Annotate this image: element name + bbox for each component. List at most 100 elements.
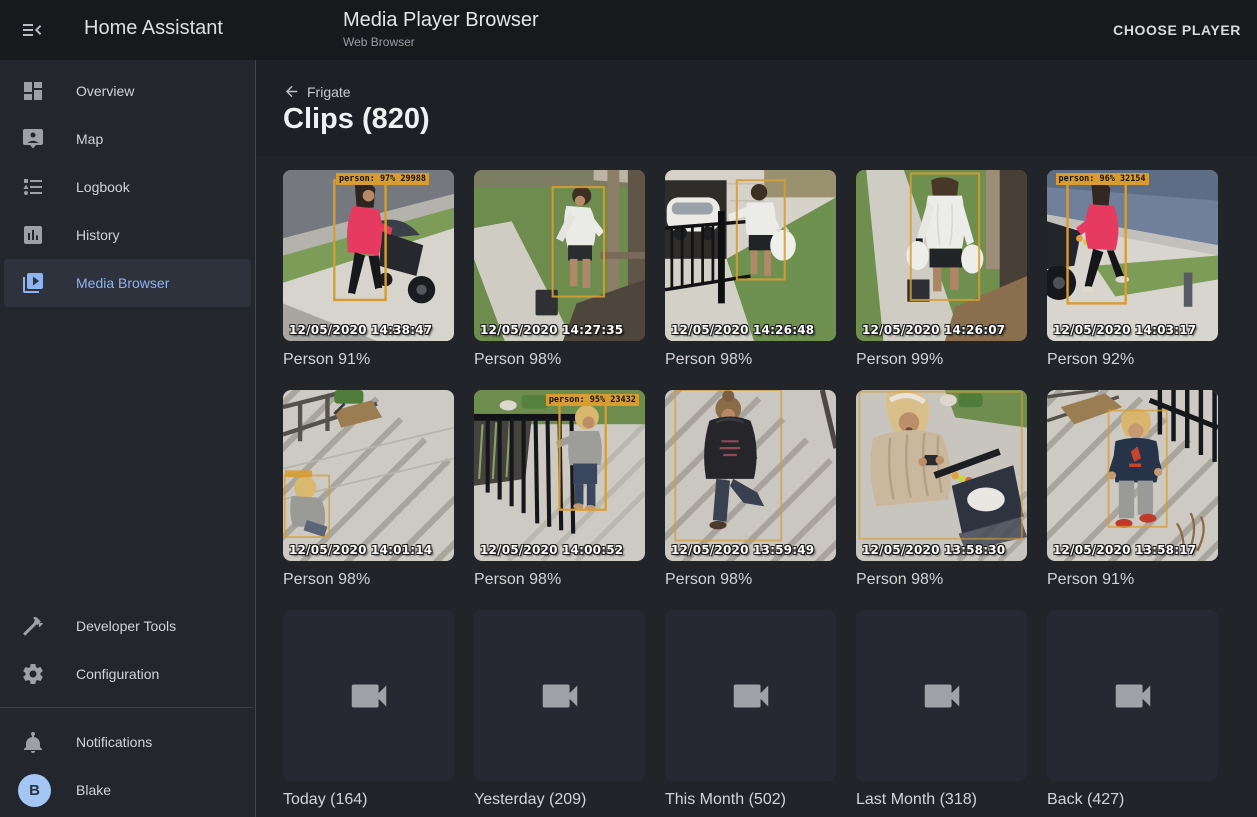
clip-thumbnail: 12/05/2020 13:59:49 bbox=[665, 390, 836, 561]
folder-item[interactable]: This Month (502) bbox=[665, 610, 836, 811]
top-bar: Home Assistant Media Player Browser Web … bbox=[0, 0, 1257, 60]
clip-thumbnail: 12/05/2020 14:01:14 bbox=[283, 390, 454, 561]
timestamp-overlay: 12/05/2020 14:03:17 bbox=[1053, 322, 1196, 337]
clip-thumbnail: person: 95% 23432 12/05/2020 14:00:52 bbox=[474, 390, 645, 561]
sidebar-item-history[interactable]: History bbox=[0, 211, 255, 259]
timestamp-overlay: 12/05/2020 13:59:49 bbox=[671, 542, 814, 557]
sidebar-item-label: Media Browser bbox=[76, 275, 169, 291]
video-icon bbox=[346, 673, 392, 719]
sidebar-item-label: Logbook bbox=[76, 179, 130, 195]
clip-item[interactable]: 12/05/2020 14:01:14 Person 98% bbox=[283, 390, 454, 591]
video-icon bbox=[537, 673, 583, 719]
timestamp-overlay: 12/05/2020 13:58:30 bbox=[862, 542, 1005, 557]
folder-item[interactable]: Last Month (318) bbox=[856, 610, 1027, 811]
folder-label: Yesterday (209) bbox=[474, 789, 645, 811]
sidebar-item-label: Developer Tools bbox=[76, 618, 176, 634]
clip-label: Person 98% bbox=[665, 569, 836, 591]
clip-thumbnail: 12/05/2020 13:58:30 bbox=[856, 390, 1027, 561]
sidebar-item-label: History bbox=[76, 227, 120, 243]
folder-thumbnail bbox=[474, 610, 645, 781]
clip-label: Person 92% bbox=[1047, 349, 1218, 371]
chart-box-icon bbox=[21, 223, 45, 247]
folder-label: Today (164) bbox=[283, 789, 454, 811]
clip-item[interactable]: 12/05/2020 14:26:07 Person 99% bbox=[856, 170, 1027, 371]
app-title: Home Assistant bbox=[84, 17, 223, 40]
clip-item[interactable]: 12/05/2020 14:27:35 Person 98% bbox=[474, 170, 645, 371]
arrow-left-icon bbox=[283, 83, 300, 100]
clip-thumbnail: 12/05/2020 13:58:17 bbox=[1047, 390, 1218, 561]
page-header: Media Player Browser Web Browser bbox=[343, 9, 539, 49]
list-icon bbox=[21, 175, 45, 199]
clip-thumbnail: person: 96% 32154 12/05/2020 14:03:17 bbox=[1047, 170, 1218, 341]
detection-tag: person: 97% 29988 bbox=[336, 173, 429, 185]
sidebar-item-label: Overview bbox=[76, 83, 134, 99]
clip-thumbnail: person: 97% 29988 12/05/2020 14:38:47 bbox=[283, 170, 454, 341]
hammer-icon bbox=[21, 614, 45, 638]
avatar: B bbox=[18, 774, 51, 807]
folder-label: Last Month (318) bbox=[856, 789, 1027, 811]
clip-item[interactable]: person: 97% 29988 12/05/2020 14:38:47 Pers… bbox=[283, 170, 454, 371]
clip-item[interactable]: 12/05/2020 13:58:17 Person 91% bbox=[1047, 390, 1218, 591]
folder-thumbnail bbox=[1047, 610, 1218, 781]
breadcrumb-back[interactable]: Frigate bbox=[283, 83, 351, 100]
sidebar-item-label: Notifications bbox=[76, 734, 152, 750]
clip-thumbnail: 12/05/2020 14:26:07 bbox=[856, 170, 1027, 341]
clips-grid: person: 97% 29988 12/05/2020 14:38:47 Pers… bbox=[283, 170, 1218, 811]
sidebar-item-label: Map bbox=[76, 131, 103, 147]
sidebar-item-map[interactable]: Map bbox=[0, 115, 255, 163]
page-header-subtitle: Web Browser bbox=[343, 35, 539, 49]
sidebar-item-media-browser[interactable]: Media Browser bbox=[4, 259, 251, 307]
timestamp-overlay: 12/05/2020 14:26:48 bbox=[671, 322, 814, 337]
video-icon bbox=[728, 673, 774, 719]
choose-player-button[interactable]: CHOOSE PLAYER bbox=[1107, 0, 1247, 60]
sidebar-item-developer-tools[interactable]: Developer Tools bbox=[0, 602, 254, 650]
user-name: Blake bbox=[76, 782, 111, 798]
page-header-title: Media Player Browser bbox=[343, 9, 539, 32]
clip-item[interactable]: 12/05/2020 13:59:49 Person 98% bbox=[665, 390, 836, 591]
page-title: Clips (820) bbox=[283, 103, 430, 136]
bell-icon bbox=[21, 730, 45, 754]
timestamp-overlay: 12/05/2020 14:38:47 bbox=[289, 322, 432, 337]
clip-item[interactable]: 12/05/2020 14:26:48 Person 98% bbox=[665, 170, 836, 371]
clip-item[interactable]: person: 95% 23432 12/05/2020 14:00:52 Pers… bbox=[474, 390, 645, 591]
clip-label: Person 98% bbox=[665, 349, 836, 371]
clip-item[interactable]: 12/05/2020 13:58:30Person 98% bbox=[856, 390, 1027, 591]
breadcrumb-label: Frigate bbox=[307, 84, 351, 100]
timestamp-overlay: 12/05/2020 14:01:14 bbox=[289, 542, 432, 557]
folder-item[interactable]: Yesterday (209) bbox=[474, 610, 645, 811]
clip-label: Person 98% bbox=[283, 569, 454, 591]
clip-label: Person 98% bbox=[474, 349, 645, 371]
clip-label: Person 98% bbox=[474, 569, 645, 591]
sidebar-item-label: Configuration bbox=[76, 666, 159, 682]
folder-label: Back (427) bbox=[1047, 789, 1218, 811]
cog-icon bbox=[21, 662, 45, 686]
folder-item[interactable]: Back (427) bbox=[1047, 610, 1218, 811]
clip-label: Person 99% bbox=[856, 349, 1027, 371]
sidebar-item-notifications[interactable]: Notifications bbox=[0, 718, 254, 766]
folder-label: This Month (502) bbox=[665, 789, 836, 811]
clip-label: Person 91% bbox=[283, 349, 454, 371]
clip-thumbnail: 12/05/2020 14:26:48 bbox=[665, 170, 836, 341]
menu-toggle-button[interactable] bbox=[20, 18, 44, 42]
timestamp-overlay: 12/05/2020 13:58:17 bbox=[1053, 542, 1196, 557]
timestamp-overlay: 12/05/2020 14:00:52 bbox=[480, 542, 623, 557]
clip-label: Person 91% bbox=[1047, 569, 1218, 591]
timestamp-overlay: 12/05/2020 14:27:35 bbox=[480, 322, 623, 337]
sidebar: Overview Map Logbook History Media Browser D… bbox=[0, 60, 256, 817]
sidebar-item-profile[interactable]: B Blake bbox=[0, 766, 254, 814]
play-box-multiple-icon bbox=[21, 271, 45, 295]
home-assistant-app: Home Assistant Media Player Browser Web … bbox=[0, 0, 1257, 817]
view-dashboard-icon bbox=[21, 79, 45, 103]
clip-thumbnail: 12/05/2020 14:27:35 bbox=[474, 170, 645, 341]
sidebar-divider bbox=[0, 707, 254, 708]
account-tooltip-icon bbox=[21, 127, 45, 151]
sidebar-item-configuration[interactable]: Configuration bbox=[0, 650, 254, 698]
video-icon bbox=[919, 673, 965, 719]
media-browser-content: person: 97% 29988 12/05/2020 14:38:47 Pers… bbox=[256, 156, 1257, 817]
sidebar-item-logbook[interactable]: Logbook bbox=[0, 163, 255, 211]
detection-tag: person: 95% 23432 bbox=[546, 394, 639, 406]
detection-tag: person: 96% 32154 bbox=[1056, 173, 1149, 185]
sidebar-item-overview[interactable]: Overview bbox=[0, 67, 255, 115]
clip-item[interactable]: person: 96% 32154 12/05/2020 14:03:17 Pers… bbox=[1047, 170, 1218, 371]
folder-item[interactable]: Today (164) bbox=[283, 610, 454, 811]
